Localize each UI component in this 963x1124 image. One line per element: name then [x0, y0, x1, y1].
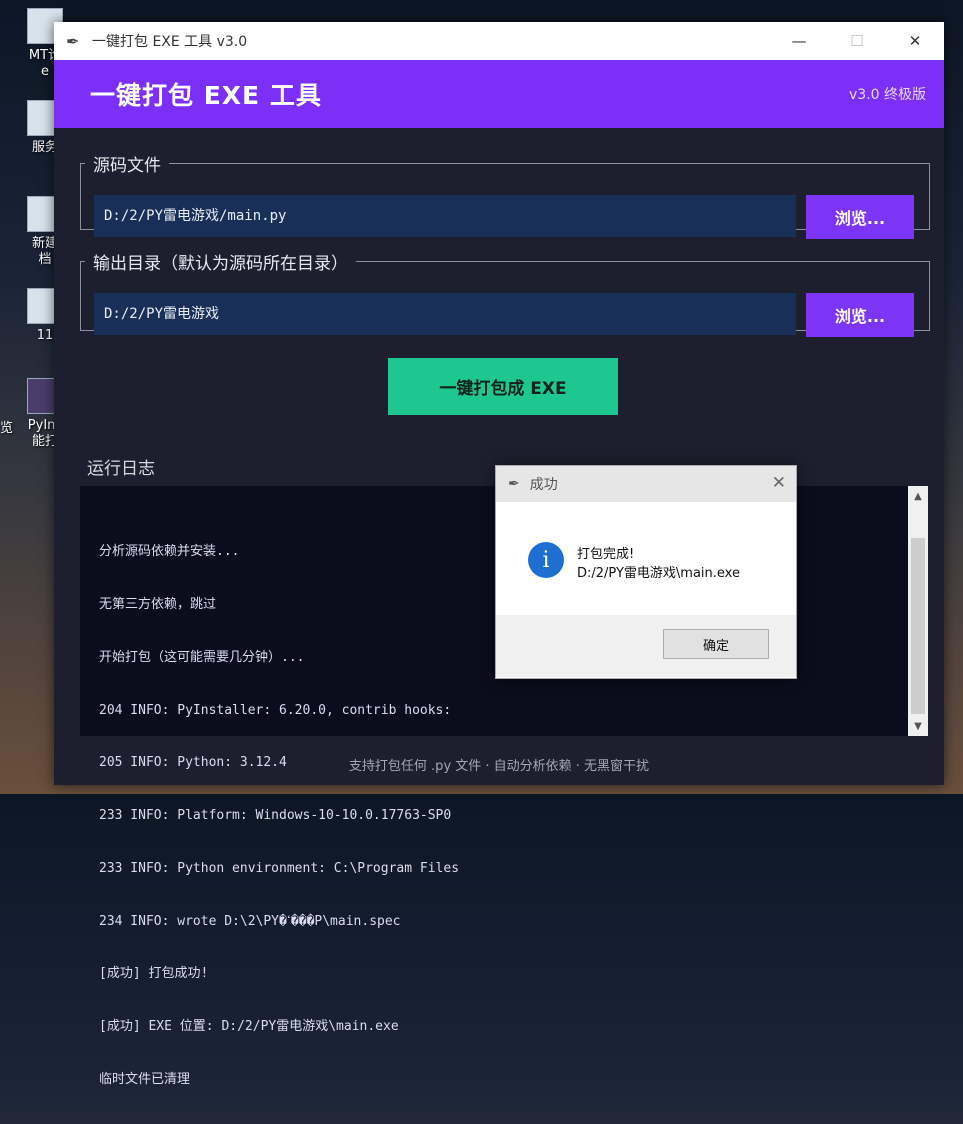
desktop-edge-label: 览	[0, 421, 14, 436]
output-browse-button[interactable]: 浏览...	[806, 293, 914, 337]
dialog-close-button[interactable]: ✕	[772, 473, 786, 493]
log-scrollbar[interactable]: ▲ ▼	[908, 486, 928, 736]
feather-icon: ✒	[66, 31, 80, 51]
log-line: 无第三方依赖，跳过	[99, 596, 217, 612]
log-title: 运行日志	[87, 459, 155, 479]
success-dialog: ✒ 成功 ✕ i 打包完成! D:/2/PY雷电游戏\main.exe 确定	[495, 465, 797, 679]
pack-exe-button[interactable]: 一键打包成 EXE	[388, 358, 618, 415]
footer-text: 支持打包任何 .py 文件 · 自动分析依赖 · 无黑窗干扰	[348, 759, 650, 774]
log-line: 开始打包（这可能需要几分钟）...	[99, 649, 305, 665]
version-label: v3.0 终极版	[849, 87, 926, 103]
log-lines: 分析源码依赖并安装... 无第三方依赖，跳过 开始打包（这可能需要几分钟）...…	[99, 508, 459, 1124]
log-line: 233 INFO: Python environment: C:\Program…	[99, 860, 460, 876]
log-line: 分析源码依赖并安装...	[99, 544, 240, 560]
ok-button[interactable]: 确定	[663, 629, 769, 659]
output-path-input[interactable]: D:/2/PY雷电游戏	[94, 293, 796, 335]
log-line: 234 INFO: wrote D:\2\PY�ߵ���P\main.spec	[99, 913, 401, 929]
maximize-button[interactable]: ☐	[828, 22, 886, 60]
feather-icon: ✒	[508, 476, 520, 492]
dialog-message-path: D:/2/PY雷电游戏\main.exe	[577, 566, 740, 581]
log-line: [成功] 打包成功!	[99, 966, 209, 982]
source-path-input[interactable]: D:/2/PY雷电游戏/main.py	[94, 195, 796, 237]
info-icon: i	[528, 542, 564, 578]
source-file-legend: 源码文件	[93, 156, 161, 176]
output-dir-group: 输出目录（默认为源码所在目录） D:/2/PY雷电游戏 浏览...	[80, 249, 930, 337]
app-heading: 一键打包 EXE 工具	[90, 81, 322, 110]
scroll-thumb[interactable]	[911, 538, 925, 714]
log-line: [成功] EXE 位置: D:/2/PY雷电游戏\main.exe	[99, 1019, 399, 1035]
dialog-message: 打包完成!	[577, 547, 635, 562]
scroll-down-icon[interactable]: ▼	[908, 716, 928, 736]
dialog-title: 成功	[529, 477, 558, 493]
title-bar[interactable]: ✒ 一键打包 EXE 工具 v3.0 — ☐ ✕	[54, 22, 944, 60]
scroll-up-icon[interactable]: ▲	[908, 486, 928, 506]
log-line: 233 INFO: Platform: Windows-10-10.0.1776…	[99, 808, 452, 824]
header-banner: 一键打包 EXE 工具 v3.0 终极版	[54, 60, 944, 128]
minimize-button[interactable]: —	[770, 22, 828, 60]
source-browse-button[interactable]: 浏览...	[806, 195, 914, 239]
output-dir-legend: 输出目录（默认为源码所在目录）	[93, 254, 348, 274]
log-line: 临时文件已清理	[99, 1072, 191, 1087]
log-line: 204 INFO: PyInstaller: 6.20.0, contrib h…	[99, 702, 460, 718]
dialog-title-bar[interactable]: ✒ 成功 ✕	[496, 466, 796, 502]
source-file-group: 源码文件 D:/2/PY雷电游戏/main.py 浏览...	[80, 151, 930, 239]
dialog-body: i 打包完成! D:/2/PY雷电游戏\main.exe	[496, 502, 796, 615]
window-title: 一键打包 EXE 工具 v3.0	[92, 34, 248, 50]
close-button[interactable]: ✕	[886, 22, 944, 60]
dialog-footer: 确定	[496, 615, 796, 677]
